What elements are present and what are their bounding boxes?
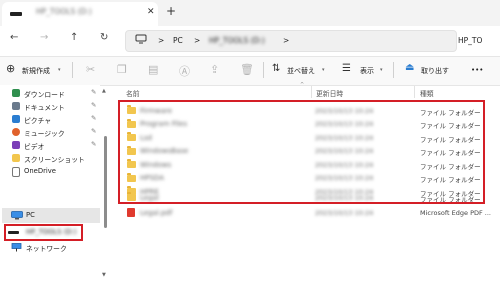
sidebar-item-videos[interactable]: ビデオ ✎	[2, 139, 100, 152]
view-button[interactable]: 表示	[360, 66, 374, 76]
column-header-date[interactable]: 更新日時	[316, 88, 343, 98]
sort-chevron-down-icon[interactable]: ▾	[322, 67, 325, 73]
breadcrumb-sep-1: >	[158, 36, 165, 45]
pc-icon	[11, 211, 23, 220]
share-icon[interactable]: ⇪	[210, 63, 219, 76]
view-icon: ☰	[342, 63, 351, 74]
breadcrumb-sep-3: >	[283, 36, 290, 45]
sort-icon: ⇅	[272, 63, 281, 74]
sidebar-item-label: PC	[26, 211, 35, 219]
sidebar-item-music[interactable]: ミュージック ✎	[2, 126, 100, 139]
toolbar-divider	[72, 62, 73, 78]
sidebar-item-downloads[interactable]: ダウンロード ✎	[2, 87, 100, 100]
file-type: Microsoft Edge PDF ...	[420, 208, 491, 217]
sidebar-item-label: スクリーンショット	[24, 156, 85, 164]
sidebar-item-network[interactable]: ネットワーク	[2, 241, 100, 254]
scroll-down-arrow[interactable]: ▼	[102, 272, 106, 278]
search-box-text[interactable]: HP_TO	[458, 36, 482, 45]
sidebar-scrollbar[interactable]	[104, 136, 107, 228]
copy-icon[interactable]: ❐	[117, 63, 127, 76]
column-divider[interactable]	[311, 86, 312, 98]
pictures-icon	[12, 115, 20, 123]
file-date: 2023/10/13 10:24	[315, 208, 374, 217]
eject-icon: ⏏	[405, 62, 415, 73]
breadcrumb-sep-2: >	[194, 36, 201, 45]
paste-icon[interactable]: ▤	[148, 63, 158, 76]
sidebar-item-pictures[interactable]: ピクチャ ✎	[2, 113, 100, 126]
column-header-name[interactable]: 名前	[126, 88, 140, 98]
sidebar-item-label: ビデオ	[24, 143, 45, 151]
back-icon[interactable]: ←	[10, 32, 18, 43]
sidebar-item-label: ドキュメント	[24, 104, 65, 112]
new-tab-button[interactable]: +	[166, 4, 176, 18]
sidebar-item-label: ネットワーク	[26, 245, 67, 253]
breadcrumb-drive[interactable]: HP_TOOLS (D:)	[209, 36, 265, 45]
new-button[interactable]: 新規作成	[22, 66, 50, 76]
pin-icon: ✎	[91, 114, 97, 122]
sidebar-item-label: OneDrive	[24, 167, 56, 175]
drive-icon	[10, 12, 22, 16]
sidebar-item-pc[interactable]: PC	[2, 208, 100, 223]
forward-icon[interactable]: →	[40, 32, 48, 43]
sort-button[interactable]: 並べ替え	[287, 66, 315, 76]
document-icon	[12, 102, 20, 110]
pin-icon: ✎	[91, 88, 97, 96]
sidebar-item-label: ミュージック	[24, 130, 65, 138]
toolbar-divider	[393, 62, 394, 78]
pdf-icon	[127, 208, 135, 217]
refresh-icon[interactable]: ↻	[100, 32, 108, 43]
delete-icon[interactable]: 🗑	[240, 63, 254, 76]
sidebar-item-label: ピクチャ	[24, 117, 52, 125]
network-icon	[11, 243, 22, 252]
file-name: Legal.pdf	[140, 208, 173, 217]
column-header-type[interactable]: 種類	[420, 88, 434, 98]
table-row[interactable]: Legal.pdf 2023/10/13 10:24 Microsoft Edg…	[115, 206, 500, 220]
music-icon	[12, 128, 20, 136]
new-plus-icon: ⊕	[6, 62, 16, 75]
pin-icon: ✎	[91, 127, 97, 135]
sort-indicator-icon: ^	[300, 82, 305, 88]
view-chevron-down-icon[interactable]: ▾	[380, 67, 383, 73]
pin-icon: ✎	[91, 101, 97, 109]
breadcrumb-pc[interactable]: PC	[173, 36, 183, 45]
drive-tab[interactable]: HP_TOOLS (D:) ✕	[2, 2, 158, 26]
column-divider[interactable]	[414, 86, 415, 98]
toolbar-divider	[263, 62, 264, 78]
download-icon	[12, 89, 20, 97]
up-icon[interactable]: ↑	[70, 32, 78, 43]
cut-icon[interactable]: ✂	[86, 63, 95, 76]
pin-icon: ✎	[91, 140, 97, 148]
more-options-button[interactable]: •••	[471, 66, 483, 74]
sidebar-item-screenshots[interactable]: スクリーンショット	[2, 152, 100, 165]
sidebar-item-label: ダウンロード	[24, 91, 65, 99]
video-icon	[12, 141, 20, 149]
eject-button[interactable]: 取り出す	[421, 66, 449, 76]
sidebar-item-documents[interactable]: ドキュメント ✎	[2, 100, 100, 113]
highlight-box-drive	[4, 224, 83, 241]
monitor-icon	[135, 34, 147, 44]
rename-icon[interactable]: Ⓐ	[179, 63, 190, 79]
tab-title: HP_TOOLS (D:)	[36, 7, 92, 16]
folder-icon	[12, 154, 20, 162]
highlight-box-folders	[118, 100, 485, 204]
sidebar-item-onedrive[interactable]: OneDrive	[2, 165, 100, 178]
new-chevron-down-icon[interactable]: ▾	[58, 67, 61, 73]
close-tab-icon[interactable]: ✕	[147, 7, 155, 17]
scroll-up-arrow[interactable]: ▲	[102, 88, 106, 94]
file-icon	[12, 167, 20, 177]
